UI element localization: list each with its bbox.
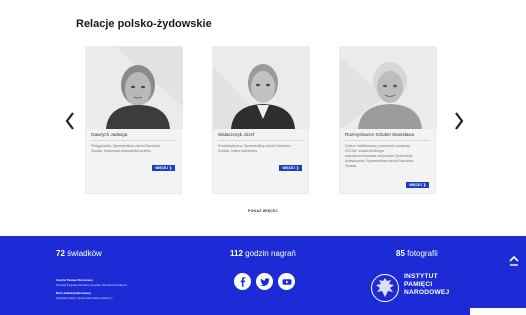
witness-card[interactable]: Walaszczyk Józef Przedsiębiorca, Sprawie…: [212, 46, 310, 194]
carousel-prev-button[interactable]: [63, 110, 77, 132]
witness-description: Doktor habilitowana, pracownik naukowy SG…: [345, 144, 414, 168]
chevron-up-icon[interactable]: [508, 254, 520, 268]
card-divider: [91, 140, 176, 141]
footer: 72 świadków 112 godzin nagrań 85 fotogra…: [0, 236, 526, 315]
footer-note: Wydział Notacji i Opracowań Multimedialn…: [56, 296, 113, 300]
witness-description: Przedsiębiorca, Sprawiedliwy wśród Narod…: [218, 144, 291, 153]
facebook-icon: [240, 276, 245, 287]
corner-overlay: [470, 308, 526, 315]
witness-name: Walaszczyk Józef: [218, 132, 255, 137]
ipn-logo-text: INSTYTUT PAMIĘCI NARODOWEJ: [404, 273, 450, 296]
witness-photo: [213, 47, 310, 129]
witness-name: Gawrych Jadwiga: [91, 132, 128, 137]
witness-card[interactable]: Rozmysłowicz-Szlubel Stanisława Doktor h…: [339, 46, 437, 194]
more-button[interactable]: WIĘCEJ ❯: [152, 165, 175, 171]
page: Relacje polsko-żydowskie Gawrych Jadwiga…: [0, 0, 526, 315]
twitter-icon: [259, 277, 270, 286]
youtube-link[interactable]: [278, 273, 295, 290]
more-button[interactable]: WIĘCEJ ❯: [406, 182, 429, 188]
footer-note: Biuro Edukacji Narodowej: [56, 291, 91, 295]
facebook-link[interactable]: [234, 273, 251, 290]
stat-photos: 85 fotografii: [396, 249, 438, 258]
witness-photo: [86, 47, 183, 129]
chevron-right-icon: [455, 112, 464, 130]
show-more-link[interactable]: POKAŻ WIĘCEJ: [248, 209, 278, 213]
more-button[interactable]: WIĘCEJ ❯: [279, 165, 302, 171]
chevron-left-icon: [65, 112, 74, 130]
ipn-eagle-emblem: [371, 274, 399, 302]
footer-note: Komisja Ścigania Zbrodni przeciwko Narod…: [56, 283, 128, 287]
stat-hours: 112 godzin nagrań: [230, 249, 296, 258]
witness-description: Pielęgniarka, Sprawiedliwa wśród Narodów…: [91, 144, 160, 153]
witness-card[interactable]: Gawrych Jadwiga Pielęgniarka, Sprawiedli…: [85, 46, 183, 194]
card-divider: [345, 140, 430, 141]
witness-name: Rozmysłowicz-Szlubel Stanisława: [345, 132, 415, 137]
footer-note: Instytut Pamięci Narodowej: [56, 278, 93, 282]
card-divider: [218, 140, 303, 141]
carousel-next-button[interactable]: [452, 110, 466, 132]
twitter-link[interactable]: [256, 273, 273, 290]
witness-photo: [340, 47, 437, 129]
youtube-icon: [282, 278, 291, 285]
stat-witnesses: 72 świadków: [56, 249, 102, 258]
section-title: Relacje polsko-żydowskie: [76, 18, 212, 30]
